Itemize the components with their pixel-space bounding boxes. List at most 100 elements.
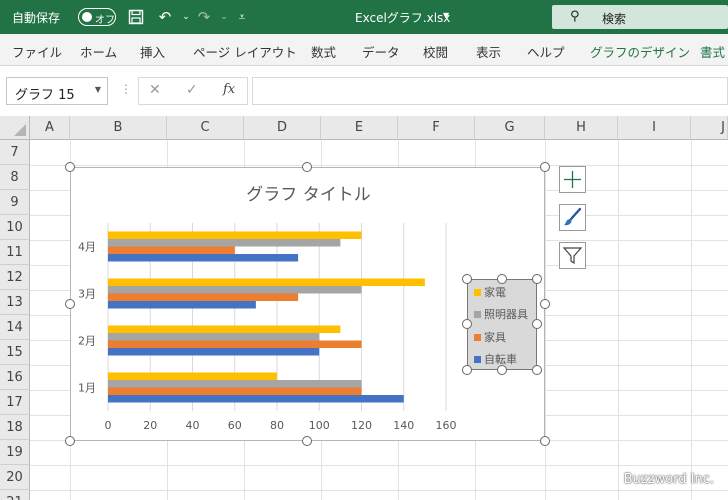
save-icon[interactable] — [126, 6, 146, 28]
resize-handle[interactable] — [302, 436, 312, 446]
bar-照明器具-4月 — [108, 239, 341, 247]
chart-legend[interactable]: 家電 照明器具 家具 自転車 — [467, 279, 537, 370]
row-header-17[interactable]: 17 — [0, 390, 30, 415]
x-tick-label: 20 — [143, 419, 157, 432]
tab-format[interactable]: 書式 — [700, 42, 725, 61]
legend-handle[interactable] — [532, 274, 542, 284]
legend-item: 自転車 — [474, 351, 517, 367]
legend-handle[interactable] — [462, 319, 472, 329]
chart-elements-button[interactable] — [559, 166, 586, 193]
row-header-11[interactable]: 11 — [0, 240, 30, 265]
ribbon-tabs: ファイル ホーム 挿入 ページ レイアウト 数式 データ 校閲 表示 ヘルプ グ… — [0, 34, 728, 66]
legend-handle[interactable] — [532, 319, 542, 329]
row-header-20[interactable]: 20 — [0, 465, 30, 490]
watermark: Buzzword Inc. — [623, 472, 714, 487]
resize-handle[interactable] — [540, 162, 550, 172]
row-header-16[interactable]: 16 — [0, 365, 30, 390]
row-header-15[interactable]: 15 — [0, 340, 30, 365]
row-header-21[interactable]: 21 — [0, 490, 30, 500]
name-box[interactable]: グラフ 15 ▼ — [6, 77, 108, 105]
insert-function-icon[interactable]: fx — [223, 82, 235, 97]
bar-家電-1月 — [108, 372, 277, 380]
redo-dropdown-icon[interactable]: ⌄ — [214, 6, 234, 28]
resize-handle[interactable] — [302, 162, 312, 172]
column-header-b[interactable]: B — [70, 116, 167, 140]
row-header-10[interactable]: 10 — [0, 215, 30, 240]
tab-home[interactable]: ホーム — [80, 42, 117, 61]
autosave-toggle[interactable]: オフ — [78, 8, 116, 26]
bar-家具-3月 — [108, 293, 299, 301]
legend-handle[interactable] — [497, 365, 507, 375]
tab-review[interactable]: 校閲 — [423, 42, 448, 61]
filter-icon — [562, 247, 583, 265]
file-name[interactable]: Excelグラフ.xlsx — [355, 9, 450, 26]
resize-handle[interactable] — [65, 299, 75, 309]
legend-handle[interactable] — [532, 365, 542, 375]
x-tick-label: 160 — [436, 419, 457, 432]
tab-insert[interactable]: 挿入 — [140, 42, 165, 61]
tab-view[interactable]: 表示 — [476, 42, 501, 61]
column-header-h[interactable]: H — [545, 116, 618, 140]
tab-formulas[interactable]: 数式 — [311, 42, 336, 61]
row-header-9[interactable]: 9 — [0, 190, 30, 215]
resize-handle[interactable] — [540, 299, 550, 309]
x-tick-label: 140 — [393, 419, 414, 432]
tab-chart-design[interactable]: グラフのデザイン — [590, 42, 690, 61]
column-header-d[interactable]: D — [244, 116, 321, 140]
more-icon[interactable]: ⋮ — [120, 82, 132, 96]
filename-chevron-icon[interactable]: ▼ — [443, 11, 449, 20]
undo-icon[interactable]: ↶ — [155, 6, 175, 28]
chart-styles-button[interactable] — [559, 204, 586, 231]
brush-icon — [564, 207, 582, 226]
column-header-j[interactable]: J — [691, 116, 728, 140]
enter-icon[interactable]: ✓ — [186, 82, 198, 98]
y-category-label: 3月 — [78, 288, 96, 301]
x-tick-label: 120 — [351, 419, 372, 432]
resize-handle[interactable] — [540, 436, 550, 446]
toggle-knob — [82, 12, 92, 22]
x-tick-label: 100 — [309, 419, 330, 432]
resize-handle[interactable] — [65, 436, 75, 446]
chart-filters-button[interactable] — [559, 242, 586, 269]
select-all-corner[interactable] — [0, 116, 30, 140]
column-header-f[interactable]: F — [398, 116, 475, 140]
formula-input[interactable] — [252, 77, 728, 105]
column-header-c[interactable]: C — [167, 116, 244, 140]
tab-help[interactable]: ヘルプ — [527, 42, 565, 61]
resize-handle[interactable] — [65, 162, 75, 172]
x-tick-label: 80 — [270, 419, 284, 432]
row-header-12[interactable]: 12 — [0, 265, 30, 290]
undo-dropdown-icon[interactable]: ⌄ — [176, 6, 196, 28]
column-header-i[interactable]: I — [618, 116, 691, 140]
bar-照明器具-2月 — [108, 333, 320, 341]
row-header-18[interactable]: 18 — [0, 415, 30, 440]
row-header-14[interactable]: 14 — [0, 315, 30, 340]
x-tick-label: 0 — [105, 419, 112, 432]
y-category-label: 1月 — [78, 382, 96, 395]
y-category-label: 2月 — [78, 335, 96, 348]
row-header-13[interactable]: 13 — [0, 290, 30, 315]
tab-file[interactable]: ファイル — [12, 42, 62, 61]
bar-自転車-1月 — [108, 395, 404, 403]
legend-item: 家電 — [474, 284, 506, 300]
bar-家具-2月 — [108, 340, 362, 348]
legend-handle[interactable] — [497, 274, 507, 284]
row-header-19[interactable]: 19 — [0, 440, 30, 465]
column-header-e[interactable]: E — [321, 116, 398, 140]
customize-toolbar-icon[interactable]: ⩡ — [232, 6, 252, 28]
legend-handle[interactable] — [462, 365, 472, 375]
name-box-dropdown-icon[interactable]: ▼ — [95, 85, 101, 94]
cancel-icon[interactable]: ✕ — [149, 82, 161, 98]
tab-page-layout[interactable]: ページ レイアウト — [193, 42, 297, 61]
bar-家具-1月 — [108, 387, 362, 395]
search-box[interactable]: ⚲ 検索 — [552, 5, 728, 29]
redo-icon[interactable]: ↷ — [194, 6, 214, 28]
tab-data[interactable]: データ — [362, 42, 400, 61]
bar-家電-2月 — [108, 325, 341, 333]
autosave-label: 自動保存 — [12, 11, 61, 25]
column-header-g[interactable]: G — [475, 116, 545, 140]
column-header-a[interactable]: A — [30, 116, 70, 140]
legend-handle[interactable] — [462, 274, 472, 284]
row-header-7[interactable]: 7 — [0, 140, 30, 165]
row-header-8[interactable]: 8 — [0, 165, 30, 190]
